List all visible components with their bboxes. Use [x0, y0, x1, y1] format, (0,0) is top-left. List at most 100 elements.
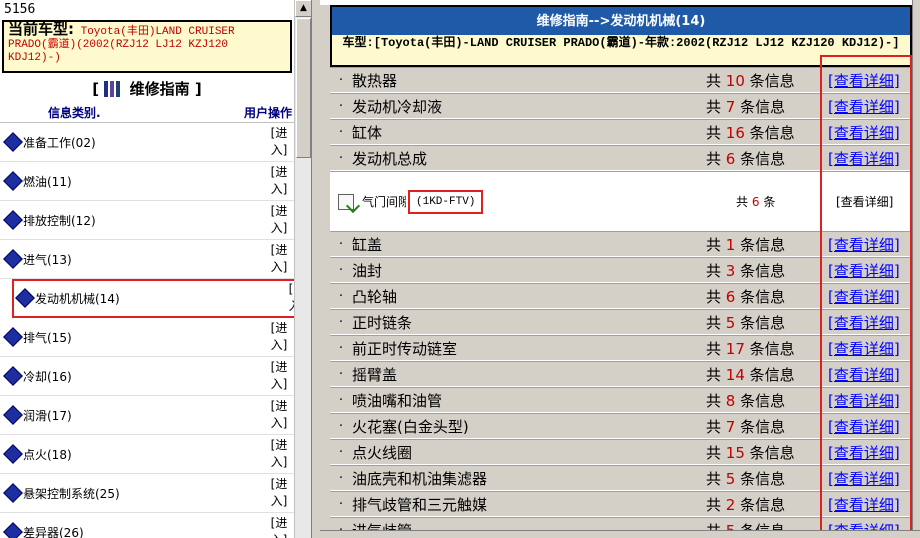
scroll-up-arrow-icon[interactable]: ▲	[295, 0, 311, 17]
item-row: · 排气歧管和三元触媒共 2 条信息 [查看详细]	[330, 491, 912, 517]
category-label[interactable]: 燃油(11)	[23, 173, 266, 190]
count-suffix: 条信息	[740, 313, 786, 332]
category-label[interactable]: 润滑(17)	[23, 407, 266, 424]
category-row[interactable]: 点火(18) [进入]	[0, 435, 294, 474]
count-prefix: 共	[706, 365, 722, 384]
category-row[interactable]: 排放控制(12) [进入]	[0, 201, 294, 240]
count-suffix: 条信息	[749, 71, 795, 90]
count-prefix: 共	[706, 391, 722, 410]
view-detail-link[interactable]: [查看详细]	[828, 122, 912, 143]
view-detail-link[interactable]: [查看详细]	[828, 96, 912, 117]
view-detail-link[interactable]: [查看详细]	[828, 468, 912, 489]
item-name: 排气歧管和三元触媒	[352, 495, 488, 514]
current-car-label: 当前车型:	[8, 20, 74, 38]
category-label[interactable]: 点火(18)	[23, 446, 266, 463]
enter-link[interactable]: [进入]	[266, 437, 292, 471]
item-row: · 缸体共 16 条信息 [查看详细]	[330, 119, 912, 145]
blue-diamond-icon	[3, 249, 23, 269]
count-suffix: 条信息	[740, 261, 786, 280]
category-row[interactable]: 冷却(16) [进入]	[0, 357, 294, 396]
count-prefix: 共	[706, 287, 722, 306]
count-number: 6	[725, 149, 736, 168]
view-detail-link[interactable]: [查看详细]	[828, 260, 912, 281]
view-detail-link[interactable]: [查看详细]	[828, 312, 912, 333]
category-label[interactable]: 冷却(16)	[23, 368, 266, 385]
category-row[interactable]: 悬架控制系统(25) [进入]	[0, 474, 294, 513]
blue-diamond-icon	[15, 288, 35, 308]
view-detail-link[interactable]: [查看详细]	[828, 234, 912, 255]
count-number: 7	[725, 97, 736, 116]
count-prefix: 共	[706, 417, 722, 436]
count-prefix: 共	[706, 97, 722, 116]
item-name: 喷油嘴和油管	[352, 391, 443, 410]
count-number: 16	[725, 123, 745, 142]
item-row: · 散热器共 10 条信息 [查看详细]	[330, 67, 912, 93]
right-scrollbar[interactable]	[912, 0, 920, 538]
category-label[interactable]: 悬架控制系统(25)	[23, 485, 266, 502]
item-row: · 喷油嘴和油管共 8 条信息 [查看详细]	[330, 387, 912, 413]
enter-link[interactable]: [进入]	[266, 242, 292, 276]
count-prefix: 共	[706, 339, 722, 358]
count-number: 1	[725, 235, 736, 254]
blue-diamond-icon	[3, 327, 23, 347]
enter-link[interactable]: [进入]	[266, 359, 292, 393]
left-scrollbar[interactable]: ▲	[294, 0, 311, 538]
blue-diamond-icon	[3, 444, 23, 464]
scroll-thumb[interactable]	[296, 18, 311, 158]
view-detail-link[interactable]: [查看详细]	[828, 390, 912, 411]
view-detail-link[interactable]: [查看详细]	[828, 494, 912, 515]
view-detail-link[interactable]: [查看详细]	[828, 286, 912, 307]
category-row[interactable]: 发动机机械(14)[进入]	[12, 279, 294, 318]
view-detail-link[interactable]: [查看详细]	[828, 442, 912, 463]
item-count: 共 7 条信息	[706, 96, 828, 117]
category-row[interactable]: 排气(15) [进入]	[0, 318, 294, 357]
category-label[interactable]: 进气(13)	[23, 251, 266, 268]
count-suffix: 条信息	[749, 443, 795, 462]
enter-link[interactable]: [进入]	[266, 476, 292, 510]
right-car-line: 车型:[Toyota(丰田)-LAND CRUISER PRADO(霸道)-年款…	[330, 35, 912, 67]
count-number: 17	[725, 339, 745, 358]
category-row[interactable]: 差异器(26)[进入]	[0, 513, 294, 538]
left-panel: 5156 当前车型: Toyota(丰田)LAND CRUISER PRADO(…	[0, 0, 312, 538]
item-row: · 凸轮轴共 6 条信息 [查看详细]	[330, 283, 912, 309]
sub-item-count: 共 6 条	[736, 193, 836, 210]
category-row[interactable]: 润滑(17) [进入]	[0, 396, 294, 435]
count-number: 5	[725, 313, 736, 332]
count-prefix: 共	[706, 469, 722, 488]
view-detail-link[interactable]: [查看详细]	[836, 193, 912, 210]
category-label[interactable]: 排放控制(12)	[23, 212, 266, 229]
count-suffix: 条信息	[749, 123, 795, 142]
category-row[interactable]: 进气(13) [进入]	[0, 240, 294, 279]
item-row: · 发动机冷却液共 7 条信息 [查看详细]	[330, 93, 912, 119]
enter-link[interactable]: [进入]	[266, 398, 292, 432]
count-number: 6	[725, 287, 736, 306]
item-count: 共 7 条信息	[706, 416, 828, 437]
view-detail-link[interactable]: [查看详细]	[828, 338, 912, 359]
count-number: 14	[725, 365, 745, 384]
enter-link[interactable]: [进入]	[284, 281, 294, 315]
enter-link[interactable]: [进入]	[266, 320, 292, 354]
item-count: 共 5 条信息	[706, 468, 828, 489]
item-count: 共 8 条信息	[706, 390, 828, 411]
item-name: 正时链条	[352, 313, 413, 332]
category-row[interactable]: 准备工作(02) [进入]	[0, 123, 294, 162]
view-detail-link[interactable]: [查看详细]	[828, 364, 912, 385]
view-detail-link[interactable]: [查看详细]	[828, 416, 912, 437]
item-count: 共 17 条信息	[706, 338, 828, 359]
view-detail-link[interactable]: [查看详细]	[828, 70, 912, 91]
category-label[interactable]: 发动机机械(14)	[35, 290, 284, 307]
bottom-scrollbar[interactable]	[320, 530, 920, 538]
bullet: ·	[338, 418, 344, 434]
enter-link[interactable]: [进入]	[266, 515, 292, 538]
category-label[interactable]: 准备工作(02)	[23, 134, 266, 151]
count-suffix: 条信息	[740, 287, 786, 306]
category-label[interactable]: 差异器(26)	[23, 524, 266, 538]
category-row[interactable]: 燃油(11) [进入]	[0, 162, 294, 201]
item-name: 点火线圈	[352, 443, 413, 462]
enter-link[interactable]: [进入]	[266, 125, 292, 159]
enter-link[interactable]: [进入]	[266, 164, 292, 198]
enter-link[interactable]: [进入]	[266, 203, 292, 237]
view-detail-link[interactable]: [查看详细]	[828, 148, 912, 169]
category-label[interactable]: 排气(15)	[23, 329, 266, 346]
blue-diamond-icon	[3, 405, 23, 425]
